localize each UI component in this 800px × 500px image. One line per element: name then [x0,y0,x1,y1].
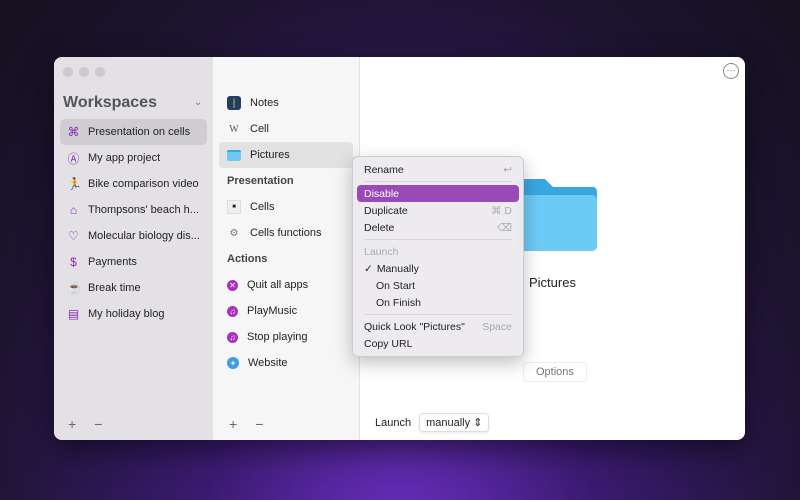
network-icon: ⌘ [67,125,80,139]
menu-item-disable[interactable]: Disable [357,185,519,202]
item-label: Notes [250,97,279,109]
item-label: PlayMusic [247,305,298,317]
launch-select-value: manually [426,417,471,429]
remove-item-button[interactable]: − [255,416,263,432]
house-icon: ⌂ [69,203,78,217]
item-label: Stop playing [247,331,308,343]
shortcut: Space [482,320,512,333]
sidebar-item[interactable]: 🏃 Bike comparison video [60,171,207,197]
list-item[interactable]: ⚙ Cells functions [219,220,353,246]
context-menu: Rename ↩ Disable Duplicate ⌘ D Delete ⌫ Lau… [352,156,524,357]
notes-app-icon: | [227,96,241,110]
add-item-button[interactable]: + [229,416,237,432]
menu-header-launch: Launch [364,245,399,258]
sidebar-item-label: Thompsons' beach h... [88,204,199,216]
list-item[interactable]: ■ Cells [219,194,353,220]
sidebar-item-label: Payments [88,256,137,268]
menu-item-on-start[interactable]: On Start [357,277,519,294]
item-label: Cells functions [250,227,322,239]
sidebar-footer: + − [68,416,102,432]
sidebar-item[interactable]: ⌘ Presentation on cells [60,119,207,145]
music-icon: ♫ [227,305,238,317]
menu-divider [364,181,512,182]
more-options-icon[interactable]: ··· [723,63,739,79]
updown-chevron-icon: ⇕ [473,417,483,429]
sidebar-item-label: Bike comparison video [88,178,199,190]
heart-pulse-icon: ♡ [68,229,79,243]
sidebar-item-label: My app project [88,152,161,164]
item-label: Quit all apps [247,279,309,291]
zoom-button[interactable] [95,67,105,77]
app-a-icon: Ⓐ [67,151,80,166]
gear-icon: ⚙ [229,227,239,239]
sidebar-item[interactable]: $ Payments [60,249,207,275]
menu-item-quick-look[interactable]: Quick Look "Pictures" Space [357,318,519,335]
sidebar-item-label: Molecular biology dis... [88,230,200,242]
checkmark-icon: ✓ [364,262,373,275]
item-label: Cell [250,123,269,135]
list-footer: + − [229,416,263,432]
menu-item-manually[interactable]: ✓ Manually [357,260,519,277]
dollar-icon: $ [70,255,77,269]
workspaces-title: Workspaces [63,94,157,111]
list-item-cell[interactable]: W Cell [219,116,353,142]
item-label: Cells [250,201,275,213]
item-label: Pictures [250,149,290,161]
list-item-notes[interactable]: | Notes [219,90,353,116]
options-button[interactable]: Options [523,362,587,382]
item-title: Pictures [529,275,576,290]
sidebar-item-label: Break time [88,282,141,294]
shortcut: ⌘ D [491,204,512,217]
launch-label: Launch [375,416,412,429]
music-icon: ♫ [227,331,238,343]
window-controls [63,67,105,77]
return-key-icon: ↩ [503,163,512,176]
list-item[interactable]: ♫ PlayMusic [219,298,353,324]
section-header: Actions [227,253,268,265]
sidebar-item[interactable]: ♡ Molecular biology dis... [60,223,207,249]
menu-divider [364,314,512,315]
menu-item-on-finish[interactable]: On Finish [357,294,519,311]
section-header: Presentation [227,175,294,187]
delete-key-icon: ⌫ [497,221,512,234]
safari-icon: ✦ [227,357,239,369]
menu-item-duplicate[interactable]: Duplicate ⌘ D [357,202,519,219]
list-item[interactable]: ♫ Stop playing [219,324,353,350]
close-button[interactable] [63,67,73,77]
list-item[interactable]: ✦ Website [219,350,353,376]
menu-item-rename[interactable]: Rename ↩ [357,161,519,178]
chevron-down-icon[interactable]: ⌄ [194,97,202,108]
menu-item-delete[interactable]: Delete ⌫ [357,219,519,236]
item-label: Website [248,357,288,369]
remove-workspace-button[interactable]: − [94,416,102,432]
item-list: | Notes W Cell Pictures Presentation ■ Cell… [213,57,360,440]
slide-icon: ■ [227,200,241,214]
sidebar-item[interactable]: ☕ Break time [60,275,207,301]
sidebar-item-label: My holiday blog [88,308,165,320]
coffee-icon: ☕ [67,281,82,295]
wikipedia-icon: W [229,123,239,135]
list-item[interactable]: ✕ Quit all apps [219,272,353,298]
sidebar-item[interactable]: Ⓐ My app project [60,145,207,171]
folder-icon [227,149,241,161]
menu-divider [364,239,512,240]
sidebar: Workspaces ⌄ ⌘ Presentation on cells Ⓐ My … [54,57,213,440]
minimize-button[interactable] [79,67,89,77]
menu-item-copy-url[interactable]: Copy URL [357,335,519,352]
quit-icon: ✕ [227,279,238,291]
add-workspace-button[interactable]: + [68,416,76,432]
sidebar-item[interactable]: ⌂ Thompsons' beach h... [60,197,207,223]
sidebar-item-label: Presentation on cells [88,126,191,138]
launch-select[interactable]: manually ⇕ [419,413,490,432]
folder-icon [515,179,597,251]
sidebar-item[interactable]: ▤ My holiday blog [60,301,207,327]
runner-icon: 🏃 [67,177,82,191]
list-item-pictures[interactable]: Pictures [219,142,353,168]
newspaper-icon: ▤ [67,307,80,321]
